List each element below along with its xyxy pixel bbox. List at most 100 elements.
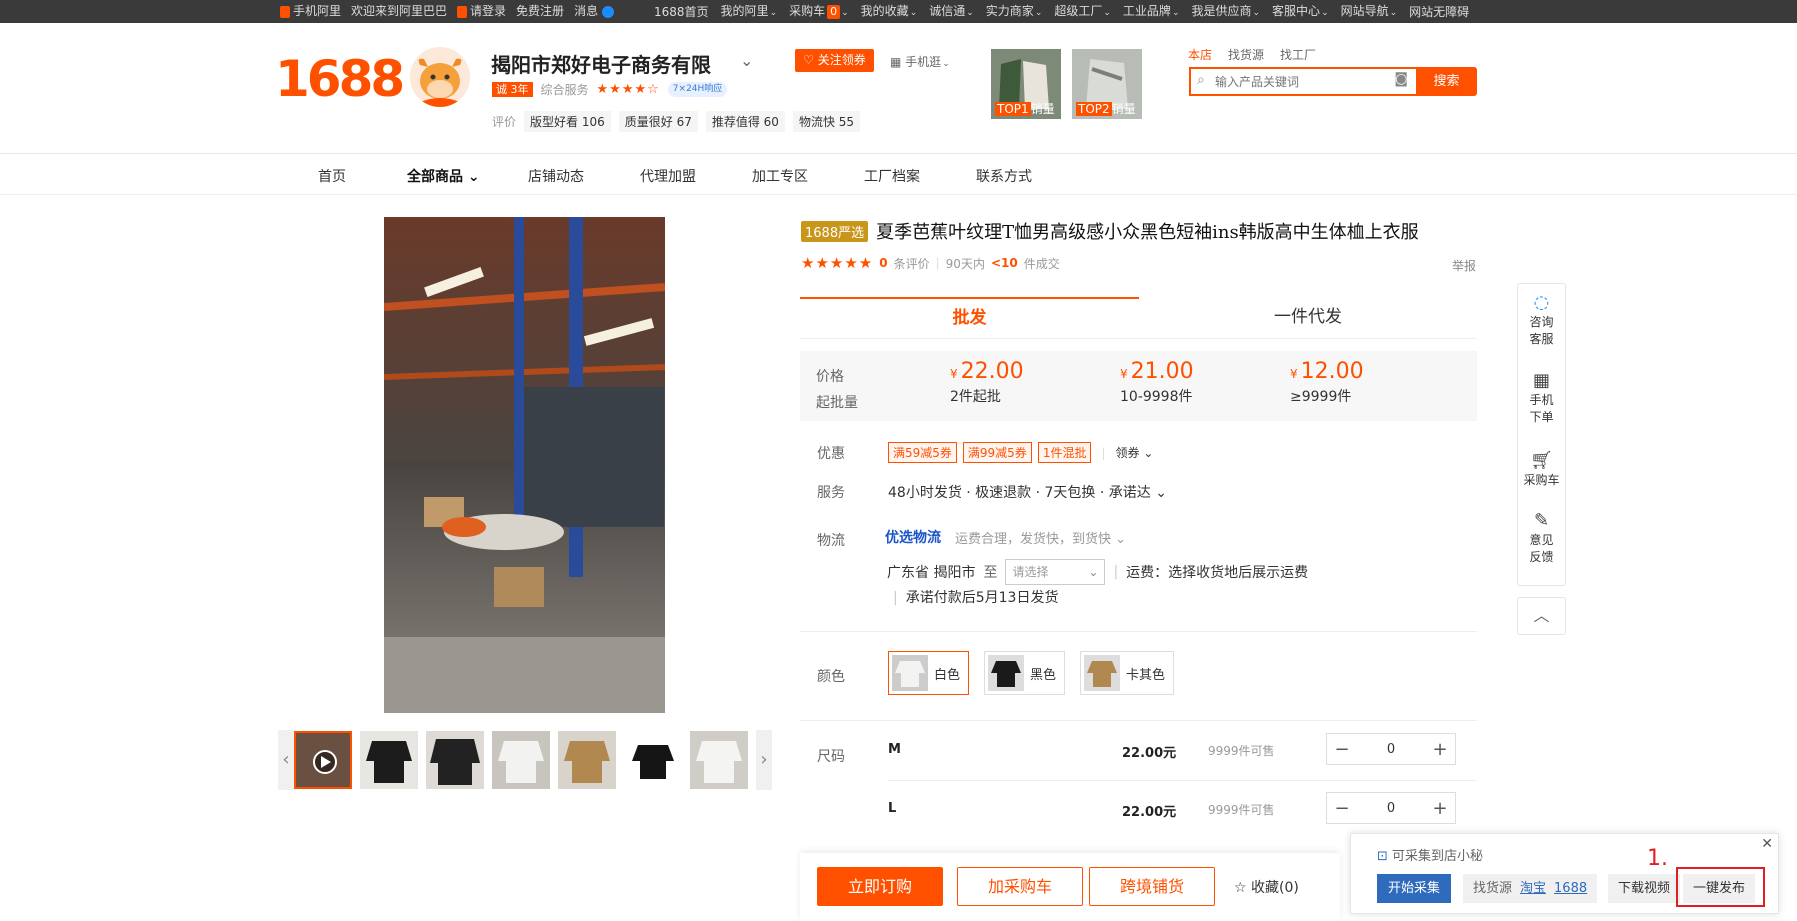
thumbnail-image[interactable] (492, 731, 550, 789)
side-customer-service[interactable]: ◌ 咨询客服 (1518, 292, 1565, 348)
site-logo[interactable]: 1688 (275, 51, 405, 107)
warehouse-photo-icon (384, 217, 665, 713)
my-ali-link[interactable]: 我的阿里⌄ (721, 0, 778, 25)
close-icon[interactable]: ✕ (1761, 836, 1773, 852)
download-video-button[interactable]: 下载视频 (1608, 874, 1681, 903)
review-tag[interactable]: 版型好看 106 (524, 111, 611, 132)
review-tag[interactable]: 推荐值得 60 (705, 111, 785, 132)
color-option-white[interactable]: 白色 (888, 651, 970, 695)
search-button[interactable]: 搜索 (1416, 67, 1477, 96)
nav-contact[interactable]: 联系方式 (976, 166, 1032, 186)
side-feedback[interactable]: ✎ 意见反馈 (1518, 510, 1565, 566)
order-now-button[interactable]: 立即订购 (817, 867, 943, 906)
tab-wholesale[interactable]: 批发 (800, 297, 1139, 339)
play-icon (296, 733, 350, 787)
phone-icon (280, 5, 290, 18)
side-cart[interactable]: 🛒︎ 采购车 (1518, 450, 1565, 489)
color-option-black[interactable]: 黑色 (984, 651, 1066, 695)
main-product-video[interactable] (384, 217, 665, 713)
favorites-link[interactable]: 我的收藏⌄ (861, 0, 918, 25)
chat-icon: ◌ (1533, 292, 1550, 313)
chevron-down-icon: ⌄ (1143, 446, 1154, 460)
cart-link[interactable]: 采购车 0 ⌄ (789, 0, 849, 25)
follow-coupon-button[interactable]: ♡ 关注领券 (795, 49, 874, 72)
minus-button[interactable]: − (1327, 739, 1357, 760)
shop-name[interactable]: 揭阳市郑好电子商务有限 (491, 49, 711, 78)
plus-button[interactable]: + (1425, 739, 1455, 760)
review-tag[interactable]: 质量很好 67 (618, 111, 698, 132)
chevron-down-icon[interactable]: ⌄ (740, 51, 753, 70)
start-collect-button[interactable]: 开始采集 (1377, 874, 1451, 903)
review-tag[interactable]: 物流快 55 (792, 111, 861, 132)
rating-label: 评价 (492, 115, 517, 129)
plus-button[interactable]: + (1425, 798, 1455, 819)
login-link[interactable]: 请登录 (457, 0, 506, 23)
favorite-button[interactable]: ☆ 收藏(0) (1234, 877, 1299, 897)
top-bar: 手机阿里 欢迎来到阿里巴巴 请登录 免费注册 消息 1688首页 我的阿里⌄ 采… (0, 0, 1797, 23)
1688-link[interactable]: 1688 (1554, 874, 1587, 903)
search-tab-store[interactable]: 本店 (1188, 46, 1212, 63)
destination-select[interactable]: 请选择 ⌄ (1005, 559, 1106, 585)
logistics-desc[interactable]: 运费合理，发货快，到货快 ⌄ (955, 528, 1126, 547)
minus-button[interactable]: − (1327, 798, 1357, 819)
cross-border-button[interactable]: 跨境铺货 (1089, 867, 1215, 906)
mobile-browse-link[interactable]: ▦ 手机逛⌄ (890, 53, 950, 70)
add-to-cart-button[interactable]: 加采购车 (957, 867, 1083, 906)
industrial-brand-link[interactable]: 工业品牌⌄ (1123, 0, 1180, 25)
divider (888, 780, 1477, 781)
top2-product-image[interactable]: TOP2 销量 (1072, 49, 1142, 119)
site-nav-link[interactable]: 网站导航⌄ (1341, 0, 1398, 25)
nav-all-products[interactable]: 全部商品 ⌄ (407, 166, 480, 186)
side-mobile-order[interactable]: ▦ 手机下单 (1518, 370, 1565, 426)
supplier-link[interactable]: 我是供应商⌄ (1191, 0, 1260, 25)
service-info[interactable]: 48小时发货 · 极速退款 · 7天包换 · 承诺达 ⌄ (888, 482, 1167, 502)
shop-avatar[interactable] (410, 47, 470, 107)
taobao-link[interactable]: 淘宝 (1520, 874, 1546, 903)
message-link[interactable]: 消息 (574, 0, 614, 23)
search-tabs: 本店 找货源 找工厂 (1188, 46, 1316, 63)
get-coupon-link[interactable]: 领券 ⌄ (1116, 444, 1154, 461)
report-link[interactable]: 举报 (1452, 257, 1476, 274)
nav-agency[interactable]: 代理加盟 (640, 166, 696, 186)
super-factory-link[interactable]: 超级工厂⌄ (1054, 0, 1111, 25)
nav-processing[interactable]: 加工专区 (752, 166, 808, 186)
search-tab-source[interactable]: 找货源 (1228, 46, 1264, 63)
color-option-khaki[interactable]: 卡其色 (1080, 651, 1175, 695)
thumbnail-video[interactable] (294, 731, 352, 789)
chengxintong-link[interactable]: 诚信通⌄ (929, 0, 974, 25)
mix-batch-tag[interactable]: 1件混批 (1037, 442, 1092, 463)
top1-product-image[interactable]: TOP1 销量 (991, 49, 1061, 119)
strong-merchant-link[interactable]: 实力商家⌄ (986, 0, 1043, 25)
nav-shop-news[interactable]: 店铺动态 (528, 166, 584, 186)
thumbnail-image[interactable] (558, 731, 616, 789)
find-source-group: 找货源 淘宝 1688 (1463, 874, 1598, 903)
mobile-ali-link[interactable]: 手机阿里 (280, 0, 341, 23)
accessibility-link[interactable]: 网站无障碍 (1409, 1, 1469, 24)
size-stock: 9999件可售 (1208, 744, 1275, 758)
search-input[interactable] (1215, 73, 1380, 91)
quantity-value[interactable]: 0 (1357, 742, 1425, 757)
camera-icon[interactable]: ◙ (1394, 71, 1408, 87)
product-title-row: 1688严选 夏季芭蕉叶纹理T恤男高级感小众黑色短袖ins韩版高中生体桖上衣服 (801, 218, 1419, 244)
register-link[interactable]: 免费注册 (516, 0, 564, 23)
thumbnail-image[interactable] (624, 731, 682, 789)
review-count[interactable]: 0 (879, 256, 887, 270)
service-center-link[interactable]: 客服中心⌄ (1272, 0, 1329, 25)
nav-home[interactable]: 首页 (318, 166, 346, 186)
coupon-tag[interactable]: 满99减5券 (962, 442, 1032, 463)
home-link[interactable]: 1688首页 (654, 1, 709, 24)
back-to-top-button[interactable]: ︿ (1517, 597, 1566, 635)
tab-dropship[interactable]: 一件代发 (1139, 297, 1477, 339)
color-label: 颜色 (817, 669, 845, 685)
thumbnail-image[interactable] (360, 731, 418, 789)
highlight-box (1676, 867, 1765, 907)
search-tab-factory[interactable]: 找工厂 (1280, 46, 1316, 63)
thumbnail-image[interactable] (690, 731, 748, 789)
service-label: 综合服务 (540, 83, 589, 97)
edit-icon: ✎ (1533, 510, 1550, 531)
quantity-value[interactable]: 0 (1357, 801, 1425, 816)
qty-label: 起批量 (816, 395, 858, 411)
nav-factory-profile[interactable]: 工厂档案 (864, 166, 920, 186)
coupon-tag[interactable]: 满59减5券 (888, 442, 957, 463)
thumbnail-image[interactable] (426, 731, 484, 789)
